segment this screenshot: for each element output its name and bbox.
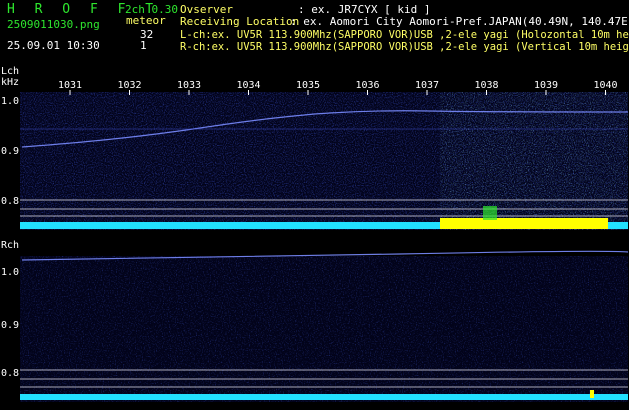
lch-ytick-3: 0.8 — [1, 196, 20, 207]
lch-meteor-burst-band — [440, 218, 608, 229]
lch-panel — [20, 90, 629, 230]
time-tick-1032: 1032 — [117, 80, 142, 91]
rch-ytick-2: 0.9 — [1, 320, 20, 331]
time-tick-1034: 1034 — [236, 80, 261, 91]
time-tick-1037: 1037 — [415, 80, 440, 91]
time-tick-1033: 1033 — [177, 80, 202, 91]
time-tick-1035: 1035 — [296, 80, 321, 91]
lch-unit-label: kHz — [1, 77, 20, 88]
spectrogram-canvas — [20, 90, 629, 402]
rch-panel — [20, 250, 629, 402]
lch-ytick-1: 1.0 — [1, 96, 20, 107]
rch-baseline-band — [20, 394, 628, 400]
rch-label: Rch — [1, 240, 20, 251]
time-tick-1039: 1039 — [534, 80, 559, 91]
time-tick-1036: 1036 — [355, 80, 380, 91]
time-tick-1040: 1040 — [593, 80, 618, 91]
time-tick-1031: 1031 — [58, 80, 83, 91]
time-tick-1038: 1038 — [474, 80, 499, 91]
lch-ytick-2: 0.9 — [1, 146, 20, 157]
rch-ytick-3: 0.8 — [1, 368, 20, 379]
rch-ytick-1: 1.0 — [1, 267, 20, 278]
lch-label: Lch — [1, 66, 20, 77]
